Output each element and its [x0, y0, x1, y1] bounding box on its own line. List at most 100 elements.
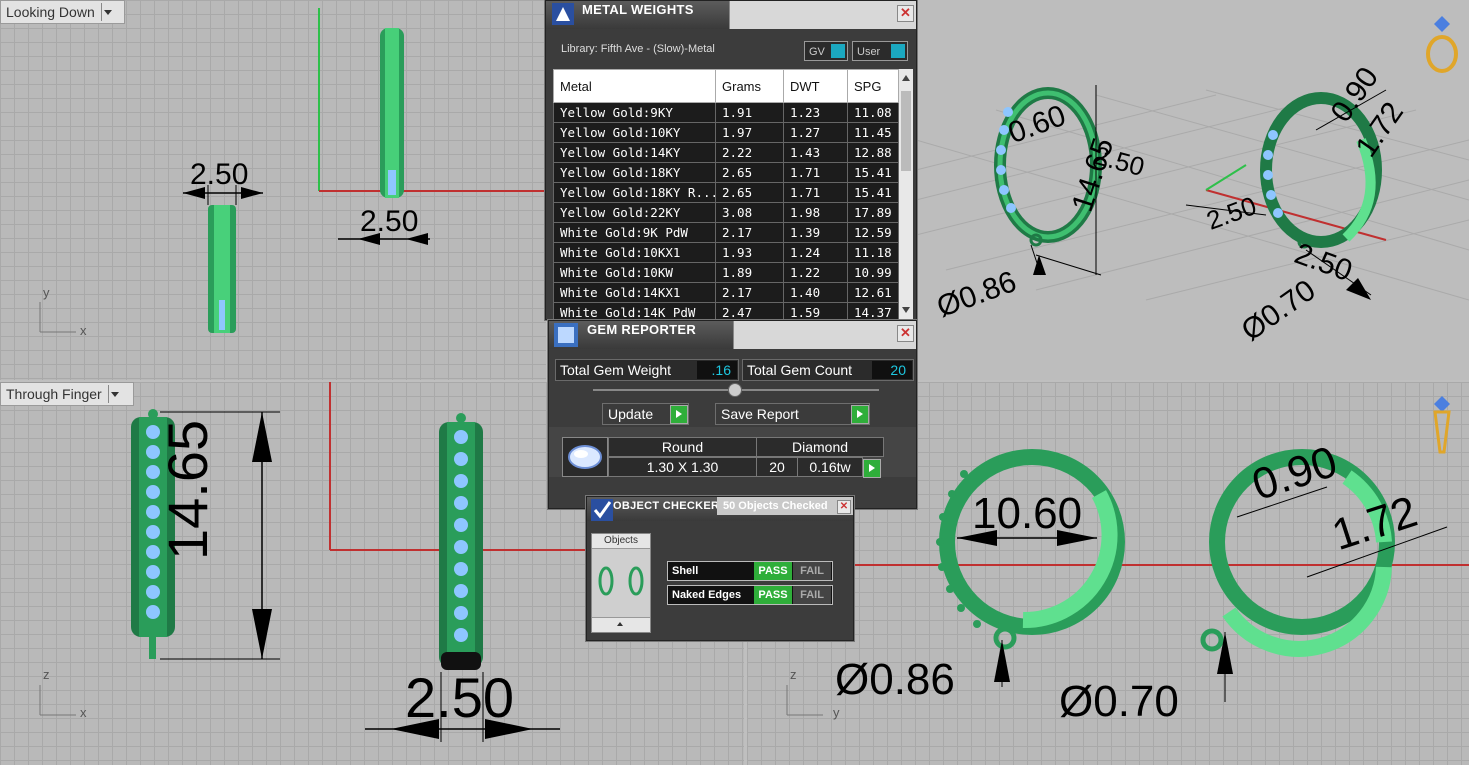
table-cell: 2.22 — [715, 142, 784, 163]
gem-material: Diamond — [756, 437, 884, 457]
table-cell: 1.71 — [783, 162, 848, 183]
splitter-handle[interactable] — [728, 383, 742, 397]
object-checker-panel: OBJECT CHECKER 50 Objects Checked ✕ Obje… — [586, 496, 854, 641]
metal-table: Metal Grams DWT SPG Yellow Gold:9KY 1.91 1.23… — [553, 69, 899, 319]
table-cell: 1.93 — [715, 242, 784, 263]
objects-thumbnail — [598, 566, 644, 596]
viewport-looking-down[interactable]: Looking Down 2.50 2.50 y x — [0, 0, 546, 380]
objects-preview[interactable]: Objects — [591, 533, 651, 633]
title-tab — [729, 1, 916, 29]
user-toggle[interactable]: User — [852, 41, 908, 61]
viewport-label-text: Looking Down — [6, 4, 95, 20]
table-cell: White Gold:10KX1 — [553, 242, 716, 263]
column-header[interactable]: SPG — [847, 69, 899, 103]
gem-count: 20 — [756, 457, 798, 477]
viewport-label[interactable]: Through Finger — [0, 382, 134, 406]
table-cell: White Gold:9K PdW — [553, 222, 716, 243]
gem-size: 1.30 X 1.30 — [608, 457, 757, 477]
panel-splitter[interactable] — [593, 383, 879, 397]
panel-titlebar[interactable]: OBJECT CHECKER 50 Objects Checked ✕ — [587, 497, 853, 521]
gv-toggle[interactable]: GV — [804, 41, 848, 61]
metal-weights-panel: METAL WEIGHTS ✕ Library: Fifth Ave - (Sl… — [545, 0, 917, 320]
table-row[interactable]: Yellow Gold:9KY 1.91 1.23 11.08 — [553, 102, 899, 123]
save-report-button[interactable]: Save Report — [715, 403, 870, 425]
chevron-down-icon[interactable] — [107, 385, 121, 403]
table-row[interactable]: White Gold:10KX1 1.93 1.24 11.18 — [553, 242, 899, 263]
close-icon[interactable]: ✕ — [897, 5, 914, 22]
user-label: User — [857, 46, 881, 58]
column-header[interactable]: Metal — [553, 69, 716, 103]
scroll-thumb[interactable] — [901, 91, 911, 171]
table-cell: 10.99 — [847, 262, 899, 283]
check-row: Shell PASS FAIL — [667, 561, 833, 581]
title-tab — [733, 321, 916, 349]
panel-title: OBJECT CHECKER — [613, 500, 720, 512]
axis-x-label: x — [80, 323, 87, 338]
objects-checked-status: 50 Objects Checked — [717, 497, 853, 515]
table-row[interactable]: Yellow Gold:10KY 1.97 1.27 11.45 — [553, 122, 899, 143]
close-icon[interactable]: ✕ — [897, 325, 914, 342]
gem-shape: Round — [608, 437, 757, 457]
table-row[interactable]: Yellow Gold:18KY 2.65 1.71 15.41 — [553, 162, 899, 183]
table-row[interactable]: Yellow Gold:18KY R... 2.65 1.71 15.41 — [553, 182, 899, 203]
table-scrollbar[interactable] — [899, 69, 913, 319]
table-cell: White Gold:10KW — [553, 262, 716, 283]
panel-title: GEM REPORTER — [587, 322, 697, 337]
objects-checked-text: 50 Objects Checked — [723, 500, 828, 512]
dimension-label: Ø0.70 — [1059, 677, 1179, 726]
table-row[interactable]: White Gold:10KW 1.89 1.22 10.99 — [553, 262, 899, 283]
panel-titlebar[interactable]: GEM REPORTER ✕ — [549, 321, 916, 349]
table-cell: 1.91 — [715, 102, 784, 123]
table-row[interactable]: White Gold:14KX1 2.17 1.40 12.61 — [553, 282, 899, 303]
table-row[interactable]: White Gold:9K PdW 2.17 1.39 12.59 — [553, 222, 899, 243]
table-cell: 15.41 — [847, 182, 899, 203]
pass-badge: PASS — [754, 562, 792, 580]
column-header[interactable]: Grams — [715, 69, 784, 103]
gv-label: GV — [809, 46, 825, 58]
table-cell: Yellow Gold:9KY — [553, 102, 716, 123]
library-label: Library: Fifth Ave - (Slow)-Metal — [561, 43, 715, 55]
check-name: Naked Edges — [672, 589, 742, 601]
axis-x-label: x — [80, 705, 87, 720]
scroll-down-icon[interactable] — [902, 307, 910, 313]
table-row[interactable]: Yellow Gold:14KY 2.22 1.43 12.88 — [553, 142, 899, 163]
table-cell: 1.39 — [783, 222, 848, 243]
table-cell: 1.97 — [715, 122, 784, 143]
table-cell: 2.17 — [715, 282, 784, 303]
dimension-label: 2.50 — [405, 666, 514, 729]
total-gem-count-field: Total Gem Count 20 — [742, 359, 914, 381]
gem-go-button[interactable] — [863, 459, 881, 478]
table-cell: 1.59 — [783, 302, 848, 319]
scroll-up-icon[interactable] — [902, 75, 910, 81]
close-icon[interactable]: ✕ — [837, 500, 851, 514]
total-gem-weight-field: Total Gem Weight .16 — [555, 359, 739, 381]
dimension-label: 2.50 — [360, 205, 419, 238]
table-cell: 12.61 — [847, 282, 899, 303]
update-button[interactable]: Update — [602, 403, 689, 425]
viewport-label[interactable]: Looking Down — [0, 0, 125, 24]
table-cell: White Gold:14K PdW — [553, 302, 716, 319]
table-cell: 1.71 — [783, 182, 848, 203]
scroll-up-icon[interactable] — [592, 617, 650, 632]
ring-icon[interactable] — [1424, 14, 1460, 74]
viewport-perspective[interactable]: 0.60 14.65 2.50 0.90 1.72 2.50 2.50 Ø0.8… — [916, 0, 1469, 380]
table-row[interactable]: White Gold:14K PdW 2.47 1.59 14.37 — [553, 302, 899, 319]
fail-badge: FAIL — [793, 586, 831, 604]
column-header[interactable]: DWT — [783, 69, 848, 103]
save-report-button-label: Save Report — [721, 406, 799, 422]
table-cell: Yellow Gold:14KY — [553, 142, 716, 163]
axis-z-label: z — [790, 667, 797, 682]
chevron-down-icon[interactable] — [100, 3, 114, 21]
toggle-switch — [831, 44, 845, 58]
axis-y-label: y — [43, 285, 50, 300]
table-cell: 12.59 — [847, 222, 899, 243]
table-row[interactable]: Yellow Gold:22KY 3.08 1.98 17.89 — [553, 202, 899, 223]
table-cell: Yellow Gold:22KY — [553, 202, 716, 223]
table-cell: 2.17 — [715, 222, 784, 243]
panel-titlebar[interactable]: METAL WEIGHTS ✕ — [546, 1, 916, 29]
gem-row[interactable]: Round Diamond 1.30 X 1.30 20 0.16tw — [549, 427, 916, 478]
metal-table-container[interactable]: Metal Grams DWT SPG Yellow Gold:9KY 1.91 1.23… — [553, 69, 913, 319]
pendant-icon[interactable] — [1427, 394, 1457, 456]
dimension-label: 10.60 — [972, 489, 1083, 538]
gem-report-icon — [551, 321, 581, 349]
